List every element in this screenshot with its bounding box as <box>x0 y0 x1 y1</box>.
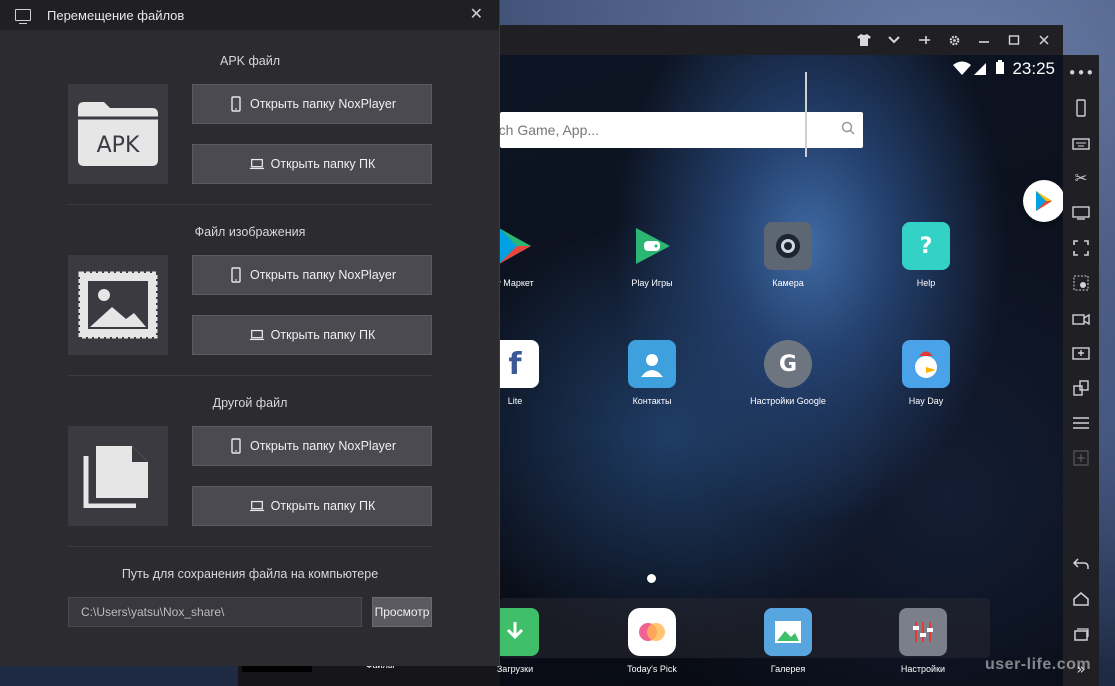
app-play-games[interactable]: Play Игры <box>607 222 697 288</box>
phone-icon <box>228 96 244 112</box>
apk-folder-icon: APK <box>68 84 168 184</box>
maximize-icon[interactable] <box>1003 29 1025 51</box>
button-label: Открыть папку ПК <box>270 328 376 342</box>
settings-sliders-icon <box>899 608 947 656</box>
camera-icon <box>764 222 812 270</box>
play-games-icon <box>628 222 676 270</box>
todays-pick-icon <box>628 608 676 656</box>
app-contacts[interactable]: Контакты <box>607 340 697 406</box>
search-placeholder: rch Game, App... <box>494 122 600 138</box>
recent-apps-icon[interactable] <box>1063 616 1099 651</box>
laptop-icon <box>249 498 265 514</box>
dialog-titlebar: Перемещение файлов ✕ <box>0 0 499 30</box>
dock-settings[interactable]: Настройки <box>878 608 968 674</box>
clock: 23:25 <box>1012 59 1055 78</box>
other-open-pc-folder-button[interactable]: Открыть папку ПК <box>192 486 432 526</box>
nox-sidebar: ••• ✂ » <box>1063 55 1099 686</box>
fullscreen-icon[interactable] <box>1063 230 1099 265</box>
battery-icon <box>996 59 1005 79</box>
documents-icon <box>68 426 168 526</box>
divider <box>68 204 432 205</box>
section-label-image: Файл изображения <box>194 225 306 239</box>
wifi-signal-icon <box>952 60 988 79</box>
button-label: Открыть папку NoxPlayer <box>249 268 397 282</box>
hay-day-icon <box>902 340 950 388</box>
watermark: user-life.com <box>985 656 1092 673</box>
app-label: Контакты <box>632 396 672 406</box>
app-camera[interactable]: Камера <box>743 222 833 288</box>
app-label: Галерея <box>770 664 806 674</box>
add-apk-icon[interactable] <box>1063 335 1099 370</box>
shirt-icon[interactable] <box>853 29 875 51</box>
scissors-icon[interactable]: ✂ <box>1063 160 1099 195</box>
video-record-icon[interactable] <box>1063 300 1099 335</box>
drag-line <box>805 72 807 157</box>
shake-icon[interactable] <box>1063 90 1099 125</box>
app-label: Today's Pick <box>627 664 677 674</box>
gear-icon[interactable] <box>943 29 965 51</box>
screen-icon[interactable] <box>1063 195 1099 230</box>
dialog-title: Перемещение файлов <box>47 7 185 23</box>
app-label: Настройки Google <box>750 396 826 406</box>
search-icon[interactable] <box>841 121 855 135</box>
section-label-other: Другой файл <box>212 396 288 410</box>
phone-icon <box>228 267 244 283</box>
chevron-down-icon[interactable] <box>883 29 905 51</box>
apk-open-nox-folder-button[interactable]: Открыть папку NoxPlayer <box>192 84 432 124</box>
app-label: Hay Day <box>908 396 944 406</box>
divider <box>68 375 432 376</box>
dock-todays-pick[interactable]: Today's Pick <box>607 608 697 674</box>
page-indicator <box>647 574 656 583</box>
gallery-icon <box>764 608 812 656</box>
close-icon[interactable] <box>1033 29 1055 51</box>
section-label-apk: APK файл <box>220 54 280 68</box>
laptop-icon <box>249 327 265 343</box>
search-bar[interactable]: rch Game, App... <box>494 112 863 148</box>
back-icon[interactable] <box>1063 546 1099 581</box>
menu-icon[interactable] <box>1063 405 1099 440</box>
button-label: Открыть папку ПК <box>270 157 376 171</box>
app-label: Help <box>916 278 936 288</box>
play-store-fab[interactable] <box>1023 180 1065 222</box>
divider <box>68 546 432 547</box>
google-settings-icon: G <box>764 340 812 388</box>
image-open-pc-folder-button[interactable]: Открыть папку ПК <box>192 315 432 355</box>
app-label: Настройки <box>900 664 946 674</box>
browse-button[interactable]: Просмотр <box>372 597 432 627</box>
dock-gallery[interactable]: Галерея <box>743 608 833 674</box>
home-icon[interactable] <box>1063 581 1099 616</box>
image-open-nox-folder-button[interactable]: Открыть папку NoxPlayer <box>192 255 432 295</box>
save-path-label: Путь для сохранения файла на компьютере <box>121 567 379 581</box>
app-label: Камера <box>772 278 804 288</box>
contacts-icon <box>628 340 676 388</box>
minimize-icon[interactable] <box>973 29 995 51</box>
apk-open-pc-folder-button[interactable]: Открыть папку ПК <box>192 144 432 184</box>
laptop-icon <box>249 156 265 172</box>
status-bar: 23:25 <box>952 59 1055 79</box>
file-transfer-dialog: Перемещение файлов ✕ APK файл APK Открыт… <box>0 0 500 666</box>
app-label: Play Игры <box>631 278 673 288</box>
app-help[interactable]: ? Help <box>881 222 971 288</box>
location-icon[interactable] <box>1063 265 1099 300</box>
more-icon[interactable]: ••• <box>1063 55 1099 90</box>
save-path-field[interactable]: C:\Users\yatsu\Nox_share\ <box>68 597 362 627</box>
multi-instance-icon[interactable] <box>1063 370 1099 405</box>
other-open-nox-folder-button[interactable]: Открыть папку NoxPlayer <box>192 426 432 466</box>
button-label: Открыть папку NoxPlayer <box>249 97 397 111</box>
play-store-icon <box>1036 191 1052 211</box>
phone-icon <box>228 438 244 454</box>
apk-icon-text: APK <box>97 133 140 158</box>
app-hay-day[interactable]: Hay Day <box>881 340 971 406</box>
monitor-icon <box>15 9 31 24</box>
app-google-settings[interactable]: G Настройки Google <box>743 340 833 406</box>
button-label: Открыть папку NoxPlayer <box>249 439 397 453</box>
button-label: Открыть папку ПК <box>270 499 376 513</box>
pin-icon[interactable] <box>913 29 935 51</box>
dialog-close-button[interactable]: ✕ <box>470 7 483 23</box>
macro-icon[interactable] <box>1063 440 1099 475</box>
help-icon: ? <box>902 222 950 270</box>
image-file-icon <box>68 255 168 355</box>
keyboard-icon[interactable] <box>1063 125 1099 160</box>
